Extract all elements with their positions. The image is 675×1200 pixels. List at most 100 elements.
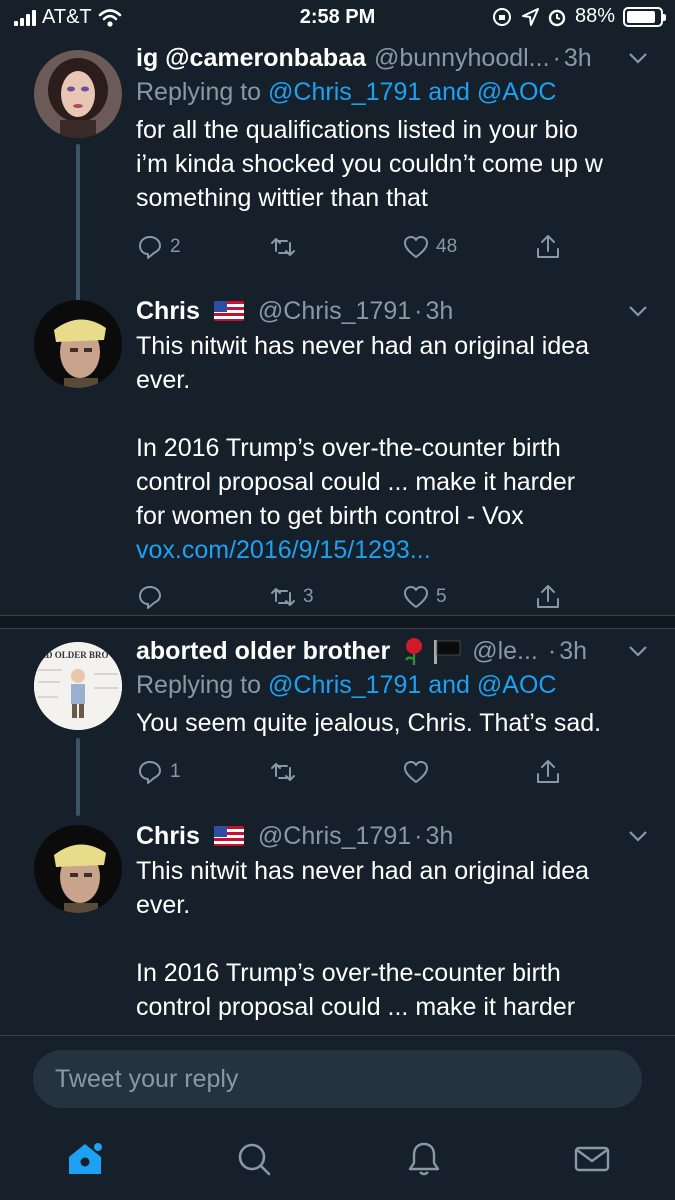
like-button[interactable]: 48 — [402, 233, 457, 261]
tweet-header: ig @cameronbabaa @bunnyhoodl... · 3h — [136, 42, 649, 74]
tab-notifications[interactable] — [404, 1139, 444, 1179]
tweet-3[interactable]: ED OLDER BRO aborted older brother @le..… — [0, 630, 675, 816]
retweet-button[interactable]: 3 — [269, 583, 314, 611]
tweet-author-handle[interactable]: @bunnyhoodl... — [374, 44, 550, 73]
avatar[interactable] — [34, 300, 122, 388]
tweet-author-handle[interactable]: @Chris_1791 — [258, 822, 411, 851]
reply-placeholder: Tweet your reply — [55, 1065, 239, 1093]
replying-label: Replying to — [136, 78, 262, 106]
tweet-header: aborted older brother @le... · 3h — [136, 635, 649, 667]
share-button[interactable] — [534, 758, 562, 786]
reply-button[interactable]: 1 — [136, 758, 181, 786]
tweet-text-line: control proposal could ... make it harde… — [136, 468, 576, 496]
tweet-author-name[interactable]: ig @cameronbabaa — [136, 44, 366, 73]
mention-link[interactable]: @AOC — [477, 671, 557, 699]
tweet-body: ig @cameronbabaa @bunnyhoodl... · 3h Rep… — [136, 42, 649, 267]
status-bar: AT&T 2:58 PM 88% — [0, 0, 675, 36]
tweet-author-handle[interactable]: @le... — [472, 637, 538, 666]
mention-link[interactable]: @Chris_1791 — [268, 671, 421, 699]
tweet-text-line: ever. — [136, 366, 191, 394]
avatar[interactable]: ED OLDER BRO — [34, 642, 122, 730]
reply-composer-bar: Tweet your reply — [0, 1035, 675, 1125]
reply-count: 2 — [170, 236, 181, 257]
home-icon — [69, 1143, 102, 1174]
retweet-button[interactable] — [269, 233, 303, 261]
tweet-text-line: for women to get birth control - Vox — [136, 502, 524, 530]
status-right: 88% — [491, 5, 666, 28]
retweet-icon — [271, 238, 295, 256]
tweet-text-line: something wittier than that — [136, 184, 428, 212]
tweet-author-name[interactable]: aborted older brother — [136, 637, 390, 666]
replying-and[interactable]: and — [428, 671, 470, 699]
replying-and[interactable]: and — [428, 78, 470, 106]
share-icon — [537, 585, 559, 608]
alarm-icon — [548, 9, 566, 26]
tab-home[interactable] — [65, 1139, 105, 1179]
retweet-icon — [271, 763, 295, 781]
heart-icon — [404, 236, 428, 258]
replying-label: Replying to — [136, 671, 262, 699]
tweet-header: Chris @Chris_1791 · 3h — [136, 820, 649, 852]
avatar[interactable] — [34, 50, 122, 138]
reply-input[interactable]: Tweet your reply — [33, 1050, 642, 1108]
tweet-text: for all the qualifications listed in you… — [136, 113, 649, 215]
tweet-author-name[interactable]: Chris — [136, 822, 200, 851]
tweet-text-line: for all the qualifications listed in you… — [136, 116, 578, 144]
tweet-text-line: This nitwit has never had an original id… — [136, 332, 590, 360]
avatar[interactable] — [34, 825, 122, 913]
chevron-down-icon[interactable] — [627, 825, 649, 847]
tweet-text-line: You seem quite jealous, Chris. That’s sa… — [136, 709, 602, 737]
mention-link[interactable]: @Chris_1791 — [268, 78, 421, 106]
tab-search[interactable] — [234, 1139, 274, 1179]
tweet-actions: 1 — [136, 758, 649, 792]
rotation-lock-icon — [492, 7, 511, 26]
reply-button[interactable]: 2 — [136, 233, 181, 261]
like-count: 5 — [436, 586, 447, 607]
retweet-icon — [271, 588, 295, 606]
rose-icon — [405, 638, 423, 665]
tweet-text-line: control proposal could ... make it harde… — [136, 993, 576, 1021]
replying-to: Replying to @Chris_1791 and @AOC — [136, 78, 649, 107]
like-button[interactable] — [402, 758, 436, 786]
svg-text:ED OLDER BRO: ED OLDER BRO — [40, 650, 109, 660]
share-icon — [537, 760, 559, 783]
tweet-time: 3h — [425, 296, 454, 325]
like-button[interactable]: 5 — [402, 583, 447, 611]
us-flag-icon — [213, 826, 244, 846]
battery-percent: 88% — [574, 5, 615, 27]
chevron-down-icon[interactable] — [627, 47, 649, 69]
heart-icon — [404, 586, 428, 608]
tweet-1[interactable]: ig @cameronbabaa @bunnyhoodl... · 3h Rep… — [0, 40, 675, 324]
chevron-down-icon[interactable] — [627, 300, 649, 322]
battery-fill — [627, 10, 656, 23]
share-icon — [537, 235, 559, 258]
tweet-body: aborted older brother @le... · 3h Replyi… — [136, 635, 649, 792]
mention-link[interactable]: @AOC — [477, 78, 557, 106]
tweet-link[interactable]: vox.com/2016/9/15/1293... — [136, 533, 649, 567]
tweet-actions: 2 48 — [136, 233, 649, 267]
separator-dot: · — [414, 296, 423, 325]
chevron-down-icon[interactable] — [627, 640, 649, 662]
tweet-author-handle[interactable]: @Chris_1791 — [258, 297, 411, 326]
tweet-author-name[interactable]: Chris — [136, 297, 200, 326]
conversation-separator — [0, 615, 675, 629]
tab-messages[interactable] — [572, 1139, 612, 1179]
retweet-button[interactable] — [269, 758, 303, 786]
tab-bar — [0, 1125, 675, 1200]
tweet-2[interactable]: Chris @Chris_1791 · 3h This nitwit has n… — [0, 295, 675, 615]
retweet-count: 3 — [303, 586, 314, 607]
tweet-4[interactable]: Chris @Chris_1791 · 3h This nitwit has n… — [0, 820, 675, 1035]
reply-button[interactable] — [136, 583, 170, 611]
us-flag-icon — [213, 301, 244, 321]
tweet-text: This nitwit has never had an original id… — [136, 854, 649, 1024]
share-button[interactable] — [534, 233, 562, 261]
heart-icon — [404, 761, 428, 783]
search-icon — [238, 1143, 271, 1176]
separator-dot: · — [547, 636, 557, 665]
replying-to: Replying to @Chris_1791 and @AOC — [136, 671, 649, 700]
separator-dot: · — [414, 821, 423, 850]
reply-count: 1 — [170, 761, 181, 782]
location-icon — [521, 7, 539, 26]
share-button[interactable] — [534, 583, 562, 611]
